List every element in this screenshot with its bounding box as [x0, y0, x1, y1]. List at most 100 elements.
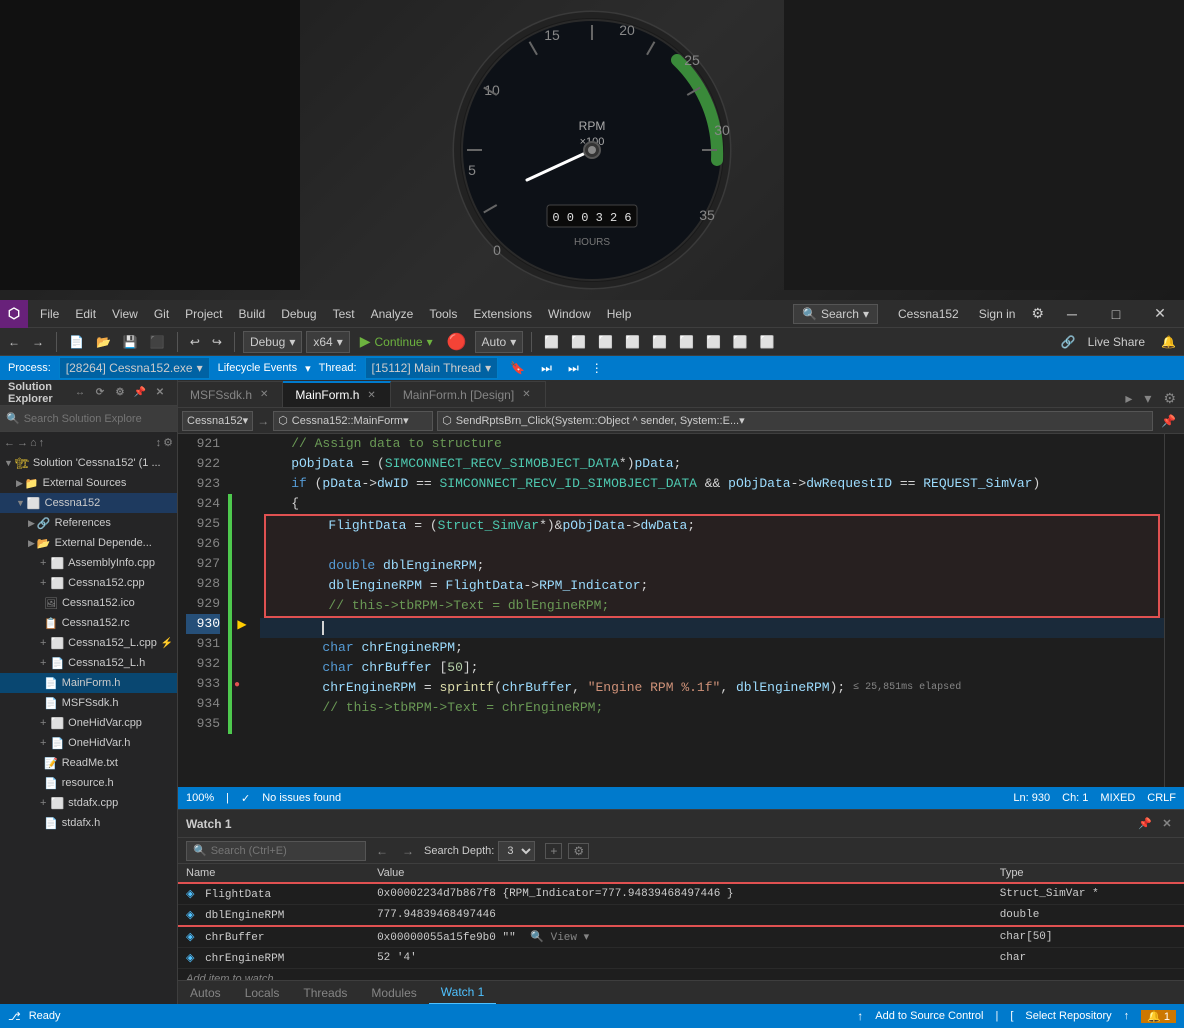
tree-solution[interactable]: ▼ 🏗 Solution 'Cessna152' (1 ... [0, 453, 177, 473]
tree-cessna152-ico[interactable]: 🖼 Cessna152.ico [0, 593, 177, 613]
tab-settings[interactable]: ⚙ [1155, 390, 1184, 407]
menu-help[interactable]: Help [599, 303, 640, 325]
forward-btn[interactable]: → [28, 333, 48, 351]
close-button[interactable]: ✕ [1140, 300, 1180, 328]
save-btn[interactable]: 💾 [119, 333, 142, 351]
close-panel-btn[interactable]: ✕ [151, 384, 169, 402]
menu-project[interactable]: Project [177, 303, 230, 325]
watch-tools-btn[interactable]: ⚙ [568, 843, 589, 859]
thread-proc-dropdown[interactable]: [15112] Main Thread ▾ [365, 357, 499, 379]
live-share-icon[interactable]: 🔗 [1053, 335, 1084, 349]
minimize-button[interactable]: ─ [1052, 300, 1092, 328]
tab-msfssdk-close[interactable]: ✕ [258, 389, 270, 400]
menu-view[interactable]: View [104, 303, 146, 325]
tree-mainform-h[interactable]: 📄 MainForm.h [0, 673, 177, 693]
debug-icon-1[interactable]: ⬜ [540, 333, 563, 351]
redo-btn[interactable]: ↪ [208, 333, 226, 351]
tab-modules[interactable]: Modules [359, 981, 428, 1005]
method-dropdown[interactable]: ⬡ SendRptsBrn_Click(System::Object ^ sen… [437, 411, 1153, 431]
continue-button[interactable]: ▶ Continue ▾ [354, 331, 439, 352]
maximize-button[interactable]: □ [1096, 300, 1136, 328]
tab-autos[interactable]: Autos [178, 981, 233, 1005]
menu-edit[interactable]: Edit [67, 303, 104, 325]
debug-icon-7[interactable]: ⬜ [702, 333, 725, 351]
tree-settings[interactable]: ⚙ [163, 436, 173, 449]
tab-mainform-close[interactable]: ✕ [365, 390, 377, 401]
stop-icon[interactable]: 🔴 [443, 332, 471, 352]
add-watch-item[interactable]: Add item to watch [178, 969, 1184, 980]
watch-pin-btn[interactable]: 📌 [1136, 815, 1154, 833]
undo-btn[interactable]: ↩ [186, 333, 204, 351]
menu-analyze[interactable]: Analyze [363, 303, 422, 325]
tab-menu[interactable]: ▾ [1140, 390, 1155, 407]
step-icon[interactable]: ⏭ [541, 361, 552, 376]
watch-row-flightdata[interactable]: ◈ FlightData 0x00002234d7b867f8 {RPM_Ind… [178, 883, 1184, 905]
debug-icon-3[interactable]: ⬜ [594, 333, 617, 351]
tree-readme[interactable]: 📝 ReadMe.txt [0, 753, 177, 773]
tab-mainform-h[interactable]: MainForm.h ✕ [283, 381, 390, 407]
tree-msfssdk-h[interactable]: 📄 MSFSsdk.h [0, 693, 177, 713]
tree-resource-h[interactable]: 📄 resource.h [0, 773, 177, 793]
settings-icon[interactable]: ⚙ [1027, 305, 1048, 322]
toggle-view-btn[interactable]: ↔ [71, 384, 89, 402]
source-control-label[interactable]: Add to Source Control [875, 1010, 983, 1022]
watch-row-dblenginerpm[interactable]: ◈ dblEngineRPM 777.94839468497446 double [178, 905, 1184, 927]
bookmark-icon[interactable]: 🔖 [510, 361, 525, 375]
tree-onehidvar-cpp[interactable]: + ⬜ OneHidVar.cpp [0, 713, 177, 733]
menu-tools[interactable]: Tools [421, 303, 465, 325]
feedback-icon[interactable]: 🔔 [1157, 333, 1180, 351]
tab-mainform-design-close[interactable]: ✕ [520, 389, 532, 400]
menu-git[interactable]: Git [146, 303, 177, 325]
code-content[interactable]: // Assign data to structure pObjData = (… [252, 434, 1164, 787]
debug-icon-4[interactable]: ⬜ [621, 333, 644, 351]
tree-stdafx-h[interactable]: 📄 stdafx.h [0, 813, 177, 833]
tree-references[interactable]: ▶ 🔗 References [0, 513, 177, 533]
tree-external-dep[interactable]: ▶ 📂 External Depende... [0, 533, 177, 553]
menu-extensions[interactable]: Extensions [465, 303, 540, 325]
debug-icon-9[interactable]: ⬜ [756, 333, 779, 351]
tree-cessna152[interactable]: ▼ ⬜ Cessna152 [0, 493, 177, 513]
live-share-label[interactable]: Live Share [1088, 335, 1153, 349]
nav-right-icon[interactable]: → [398, 844, 418, 858]
platform-dropdown[interactable]: x64 ▾ [306, 331, 349, 353]
depth-select[interactable]: 3 1 2 4 5 [498, 841, 535, 861]
new-file-btn[interactable]: 📄 [65, 333, 88, 351]
settings-panel-btn[interactable]: ⚙ [111, 384, 129, 402]
menu-window[interactable]: Window [540, 303, 599, 325]
sign-in[interactable]: Sign in [971, 303, 1024, 325]
watch-search-input[interactable] [211, 845, 353, 857]
tree-external-sources[interactable]: ▶ 📁 External Sources [0, 473, 177, 493]
vertical-dots-icon[interactable]: ⋮ [591, 361, 603, 375]
menu-search[interactable]: 🔍 Search ▾ [793, 304, 878, 324]
menu-file[interactable]: File [32, 303, 67, 325]
menu-debug[interactable]: Debug [273, 303, 324, 325]
debug-icon-2[interactable]: ⬜ [567, 333, 590, 351]
view-label[interactable]: 🔍 View ▾ [530, 932, 589, 944]
debug-config-dropdown[interactable]: Debug ▾ [243, 331, 302, 353]
pin-btn[interactable]: 📌 [131, 384, 149, 402]
watch-close-btn[interactable]: ✕ [1158, 815, 1176, 833]
tab-mainform-design[interactable]: MainForm.h [Design] ✕ [391, 381, 546, 407]
tab-msfssdk[interactable]: MSFSsdk.h ✕ [178, 381, 283, 407]
step-icon-2[interactable]: ⏭ [568, 361, 579, 376]
tree-cessna152-l-h[interactable]: + 📄 Cessna152_L.h [0, 653, 177, 673]
tree-cessna152-cpp[interactable]: + ⬜ Cessna152.cpp [0, 573, 177, 593]
select-repo-label[interactable]: Select Repository [1025, 1010, 1111, 1022]
watch-row-chrbuffer[interactable]: ◈ chrBuffer 0x00000055a15fe9b0 "" 🔍 View… [178, 926, 1184, 948]
nav-left-icon[interactable]: ← [372, 844, 392, 858]
back-btn[interactable]: ← [4, 333, 24, 351]
debug-icon-5[interactable]: ⬜ [648, 333, 671, 351]
process-dropdown[interactable]: [28264] Cessna152.exe ▾ [59, 357, 210, 379]
menu-test[interactable]: Test [325, 303, 363, 325]
tab-watch1[interactable]: Watch 1 [429, 981, 497, 1005]
tree-cessna152-rc[interactable]: 📋 Cessna152.rc [0, 613, 177, 633]
open-btn[interactable]: 📂 [92, 333, 115, 351]
watch-add-btn[interactable]: + [545, 843, 562, 859]
notification-icon[interactable]: 🔔 1 [1141, 1010, 1176, 1023]
code-editor[interactable]: 921 922 923 924 925 926 927 928 929 930 … [178, 434, 1184, 787]
watch-row-chrenginerpm[interactable]: ◈ chrEngineRPM 52 '4' char [178, 948, 1184, 969]
thread-dropdown[interactable]: Auto ▾ [475, 331, 524, 353]
pin-editor-btn[interactable]: 📌 [1157, 414, 1180, 428]
class-selector[interactable]: Cessna152 ▾ [182, 411, 253, 431]
solution-search-input[interactable] [24, 413, 171, 425]
